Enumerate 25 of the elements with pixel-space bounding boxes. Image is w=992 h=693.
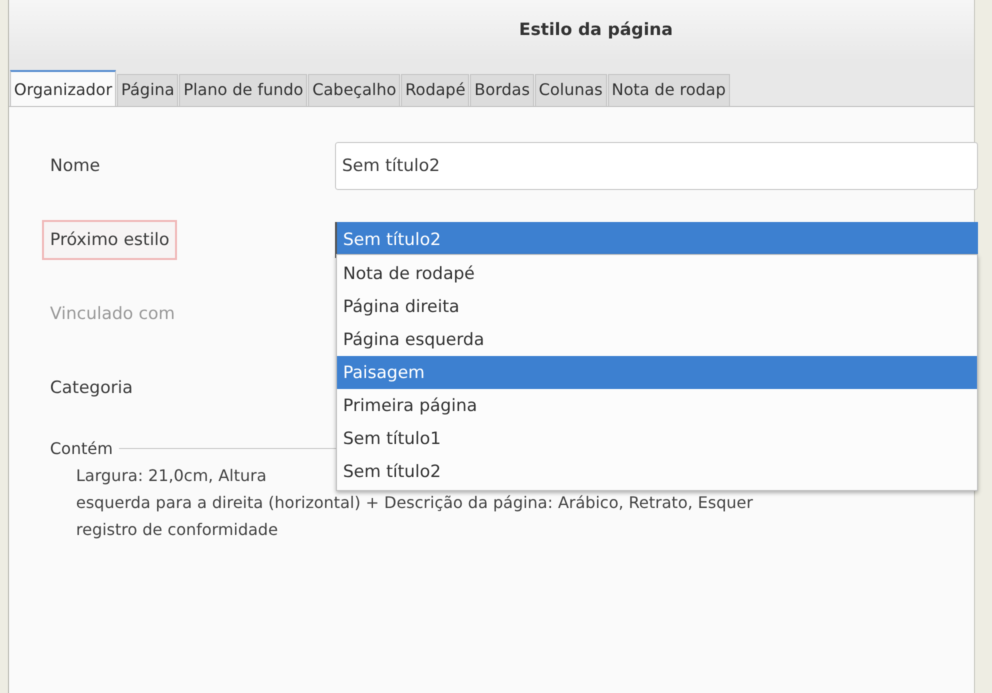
description-text: registro de conformidade [76, 519, 278, 541]
window-title: Estilo da página [519, 20, 673, 40]
tab[interactable]: Página [117, 74, 178, 106]
input-field[interactable]: Sem título2 [335, 142, 978, 190]
description-text: Largura: 21,0cm, Altura [76, 465, 267, 487]
tab[interactable]: Colunas [534, 74, 607, 106]
tab[interactable]: Plano de fundo [179, 74, 308, 106]
section-title: Contém [49, 439, 113, 458]
tab[interactable]: Rodapé [401, 74, 470, 106]
dropdown-item[interactable]: Página direita [337, 290, 977, 323]
dropdown-item[interactable]: Sem título2 [337, 455, 977, 488]
dropdown-item[interactable]: Sem título1 [337, 422, 977, 455]
field-label: Próximo estilo [42, 220, 178, 260]
tab[interactable]: Organizador [10, 70, 116, 106]
dropdown-item[interactable]: Paisagem [337, 356, 977, 389]
dropdown-item[interactable]: Nota de rodapé [337, 257, 977, 290]
field-label: Nome [49, 155, 102, 178]
field-label: Categoria [49, 377, 134, 400]
tab[interactable]: Bordas [470, 74, 534, 106]
description-text: esquerda para a direita (horizontal) + Descrição da página: Arábico, Retrato, Esquer [76, 492, 753, 514]
field-label: Vinculado com [49, 303, 176, 326]
tab[interactable]: Nota de rodap [608, 74, 730, 106]
tab[interactable]: Cabeçalho [308, 74, 400, 106]
dropdown-item[interactable]: Página esquerda [337, 323, 977, 356]
dropdown-item[interactable]: Primeira página [337, 389, 977, 422]
